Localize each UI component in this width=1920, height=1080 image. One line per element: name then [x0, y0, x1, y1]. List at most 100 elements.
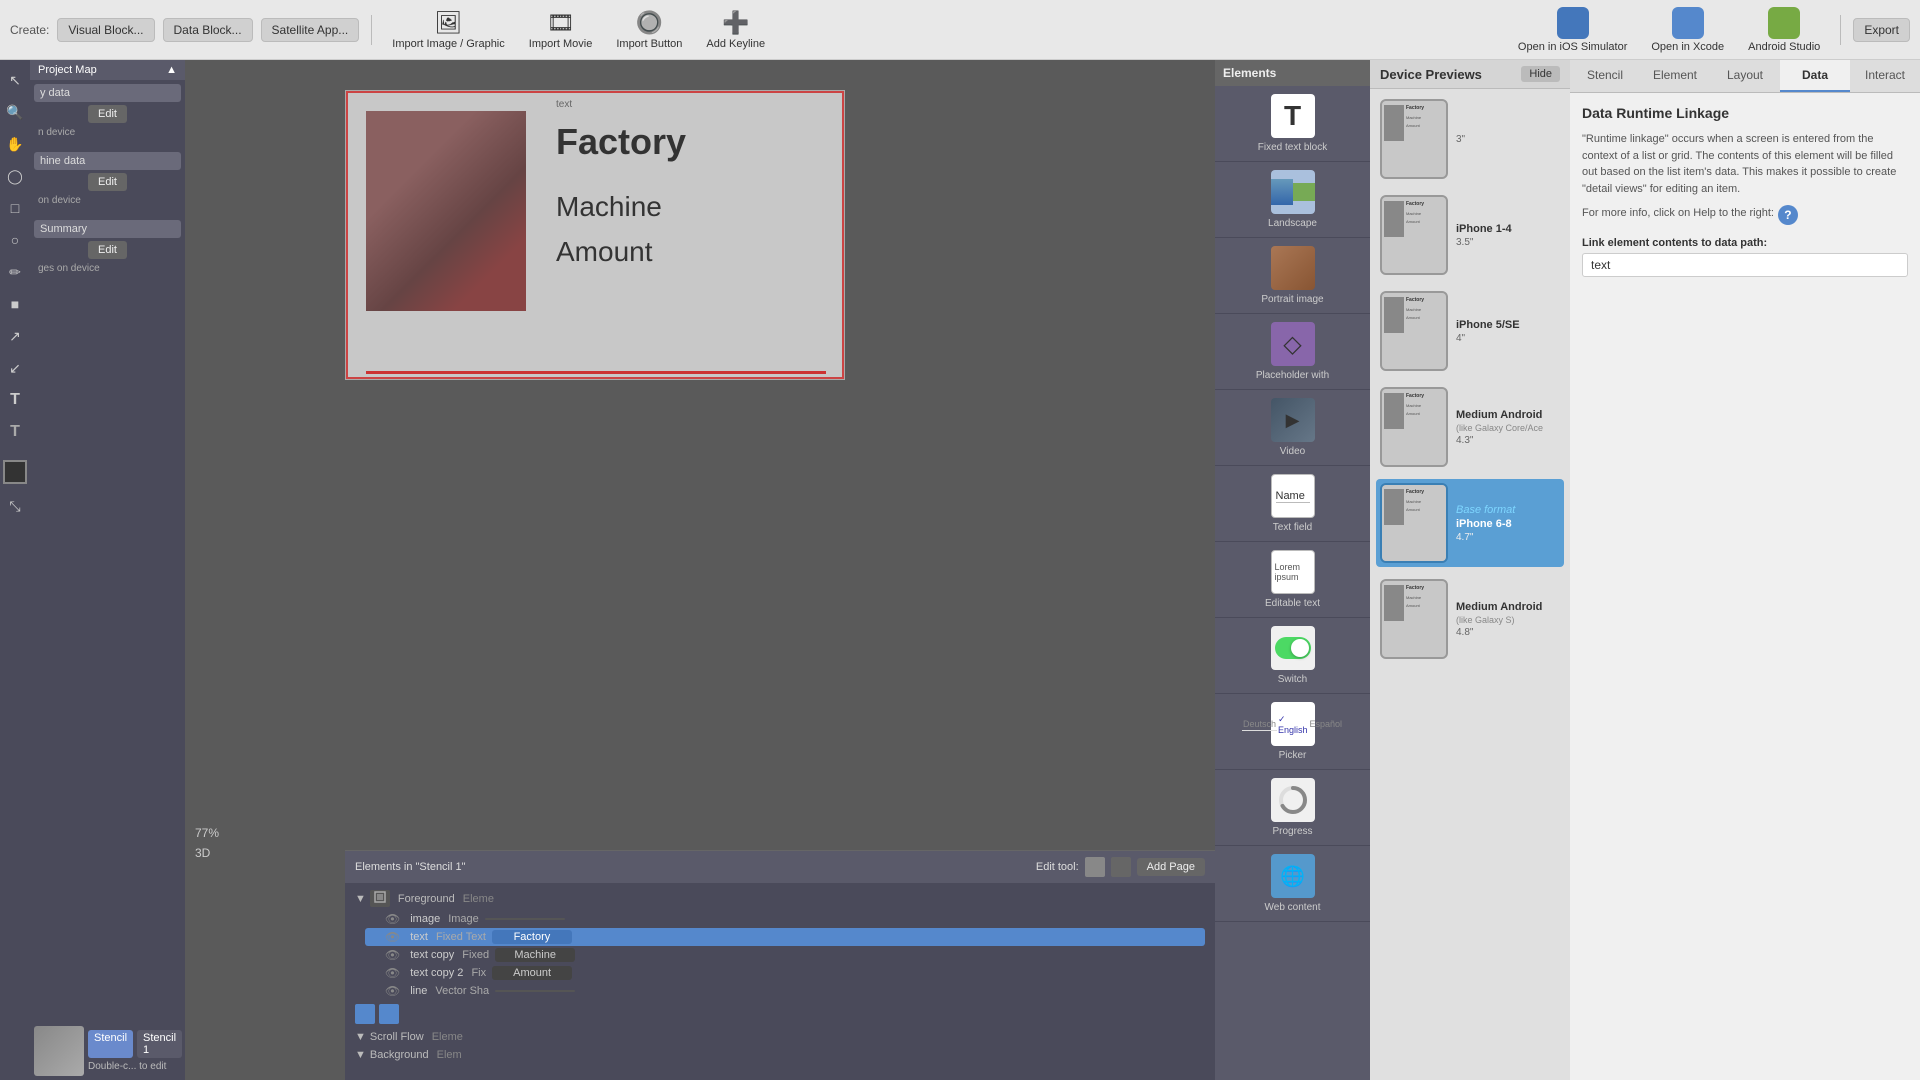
text-field-icon: Name	[1271, 474, 1315, 518]
tab-data[interactable]: Data	[1780, 60, 1850, 92]
eye-text-copy2[interactable]: 👁	[385, 966, 400, 980]
move-tool[interactable]: ↙	[1, 354, 29, 382]
tree-item-text-amount: 👁 text copy 2 Fix Amount	[365, 964, 1205, 982]
ellipse-tool[interactable]: ○	[1, 226, 29, 254]
eye-image[interactable]: 👁	[385, 912, 400, 926]
data-block-btn[interactable]: Data Block...	[163, 18, 253, 42]
elements-header: Elements in "Stencil 1" Edit tool: Add P…	[345, 851, 1215, 883]
data-section-title: Data Runtime Linkage	[1582, 105, 1908, 121]
data-path-input[interactable]	[1582, 253, 1908, 277]
edit-hine-data-btn[interactable]: Edit	[88, 173, 127, 191]
edit-tool-cursor[interactable]	[1085, 857, 1105, 877]
element-portrait[interactable]: Portrait image	[1215, 238, 1370, 314]
android-studio-btn[interactable]: Android Studio	[1740, 3, 1828, 57]
elements-header-label: Elements in "Stencil 1"	[355, 861, 466, 873]
element-editable-text[interactable]: Lorem ipsum Editable text	[1215, 542, 1370, 618]
text-tool-2[interactable]: T	[1, 418, 29, 446]
device-name-1: iPhone 1-4	[1456, 223, 1512, 235]
hand-tool[interactable]: ✋	[1, 130, 29, 158]
scroll-flow-section[interactable]: ▼ Scroll Flow Eleme	[355, 1028, 1205, 1046]
rect-tool[interactable]: □	[1, 194, 29, 222]
video-label: Video	[1280, 446, 1305, 457]
stencil-preview: Stencil Stencil 1 Double-c... to edit	[34, 1026, 181, 1076]
zoom-tool[interactable]: 🔍	[1, 98, 29, 126]
background-section[interactable]: ▼ Background Elem	[355, 1046, 1205, 1064]
cursor-tool[interactable]: ↖	[1, 66, 29, 94]
element-placeholder[interactable]: ◇ Placeholder with	[1215, 314, 1370, 390]
device-size-1: 3.5"	[1456, 237, 1512, 248]
portrait-icon	[1271, 246, 1315, 290]
add-keyline-btn[interactable]: ➕ Add Keyline	[698, 6, 773, 54]
visual-block-btn[interactable]: Visual Block...	[57, 18, 154, 42]
device-size-4: 4.7"	[1456, 532, 1515, 543]
edit-summary-btn[interactable]: Edit	[88, 241, 127, 259]
element-web-content[interactable]: 🌐 Web content	[1215, 846, 1370, 922]
canvas-machine-text: Machine	[556, 191, 662, 223]
top-toolbar: Create: Visual Block... Data Block... Sa…	[0, 0, 1920, 60]
edit-tool-alt[interactable]	[1111, 857, 1131, 877]
progress-label: Progress	[1272, 826, 1312, 837]
eye-text[interactable]: 👁	[385, 930, 400, 944]
eye-line[interactable]: 👁	[385, 984, 400, 998]
tree-item-text-factory[interactable]: 👁 text Fixed Text Factory	[365, 928, 1205, 946]
device-item-1[interactable]: Factory Machine Amount iPhone 1-4 3.5"	[1376, 191, 1564, 279]
elements-column: Elements T Fixed text block Landscape Po	[1215, 60, 1370, 1080]
project-map-header[interactable]: Project Map ▲	[30, 60, 185, 80]
element-text-field[interactable]: Name Text field	[1215, 466, 1370, 542]
foreground-section[interactable]: ▼ Foreground Eleme	[355, 887, 1205, 910]
pen-tool[interactable]: ◯	[1, 162, 29, 190]
picker-label: Picker	[1279, 750, 1307, 761]
canvas-red-bar	[366, 371, 826, 374]
eye-text-copy[interactable]: 👁	[385, 948, 400, 962]
import-graphic-btn[interactable]: 🖼 Import Image / Graphic	[384, 6, 513, 54]
edit-y-data-btn[interactable]: Edit	[88, 105, 127, 123]
device-size-3: 4.3"	[1456, 435, 1543, 446]
tab-layout[interactable]: Layout	[1710, 60, 1780, 92]
element-landscape[interactable]: Landscape	[1215, 162, 1370, 238]
device-info-0: 3"	[1456, 134, 1465, 145]
text-field-label: Text field	[1273, 522, 1312, 533]
select-tool[interactable]: ↗	[1, 322, 29, 350]
open-ios-sim-btn[interactable]: Open in iOS Simulator	[1510, 3, 1635, 57]
canvas-image	[366, 111, 526, 311]
import-movie-btn[interactable]: 🎞 Import Movie	[521, 6, 601, 54]
device-info-5: Medium Android (like Galaxy S) 4.8"	[1456, 601, 1542, 638]
device-item-5[interactable]: Factory Machine Amount Medium Android (l…	[1376, 575, 1564, 663]
color-swatch[interactable]	[3, 460, 27, 484]
stack-icon-1[interactable]	[355, 1004, 375, 1024]
device-item-2[interactable]: Factory Machine Amount iPhone 5/SE 4"	[1376, 287, 1564, 375]
element-fixed-text-block[interactable]: T Fixed text block	[1215, 86, 1370, 162]
element-video[interactable]: ▶ Video	[1215, 390, 1370, 466]
editable-text-icon: Lorem ipsum	[1271, 550, 1315, 594]
tab-element[interactable]: Element	[1640, 60, 1710, 92]
tab-stencil[interactable]: Stencil	[1570, 60, 1640, 92]
export-btn[interactable]: Export	[1853, 18, 1910, 42]
element-switch[interactable]: Switch	[1215, 618, 1370, 694]
import-button-btn[interactable]: 🔘 Import Button	[608, 6, 690, 54]
switch-icon	[1271, 626, 1315, 670]
satellite-app-btn[interactable]: Satellite App...	[261, 18, 360, 42]
text-tool[interactable]: T	[1, 386, 29, 414]
canvas-frame: text Factory Machine Amount	[345, 90, 845, 380]
device-item-0[interactable]: Factory Machine Amount 3"	[1376, 95, 1564, 183]
square-tool[interactable]: ■	[1, 290, 29, 318]
base-format-label: Base format	[1456, 504, 1515, 516]
device-item-4[interactable]: Factory Machine Amount Base format iPhon…	[1376, 479, 1564, 567]
pencil-tool[interactable]: ✏	[1, 258, 29, 286]
elements-col-header: Elements	[1215, 60, 1370, 86]
factory-value: Factory	[492, 930, 572, 944]
element-picker[interactable]: Deutsch ✓ English Español Picker	[1215, 694, 1370, 770]
help-link-text: For more info, click on Help to the righ…	[1582, 205, 1774, 222]
resize-handle[interactable]: ⤡	[1, 492, 29, 520]
stack-icon-2[interactable]	[379, 1004, 399, 1024]
web-content-label: Web content	[1265, 902, 1321, 913]
device-item-3[interactable]: Factory Machine Amount Medium Android (l…	[1376, 383, 1564, 471]
add-page-btn[interactable]: Add Page	[1137, 858, 1205, 876]
hide-btn[interactable]: Hide	[1521, 66, 1560, 82]
element-progress[interactable]: Progress	[1215, 770, 1370, 846]
tab-interact[interactable]: Interact	[1850, 60, 1920, 92]
tree-item-image: 👁 image Image	[365, 910, 1205, 928]
open-xcode-btn[interactable]: Open in Xcode	[1643, 3, 1732, 57]
help-icon[interactable]: ?	[1778, 205, 1798, 225]
device-size-detail-3: (like Galaxy Core/Ace	[1456, 423, 1543, 433]
